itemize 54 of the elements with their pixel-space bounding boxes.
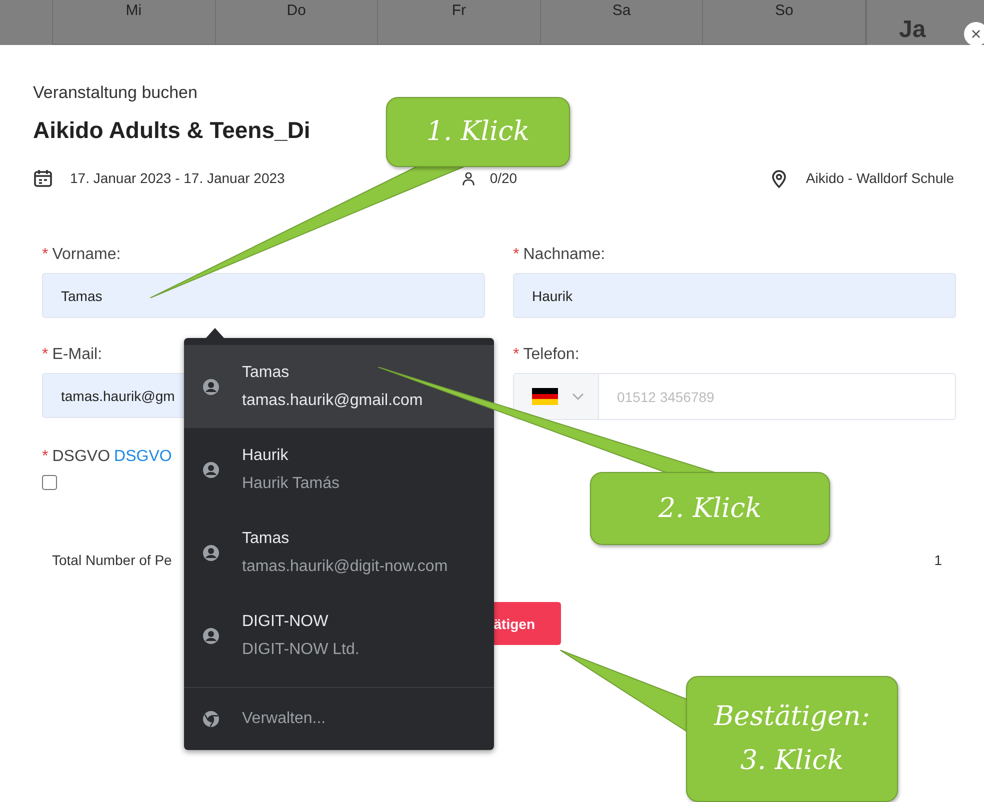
dsgvo-link[interactable]: DSGVO <box>114 448 172 466</box>
required-mark: * <box>513 346 520 364</box>
event-location: Aikido - Walldorf Schule <box>806 170 954 186</box>
total-label: Total Number of Pe <box>52 552 172 568</box>
event-title: Aikido Adults & Teens_Di <box>33 117 310 144</box>
account-icon <box>202 460 220 478</box>
field-label: Vorname: <box>52 246 121 264</box>
account-icon <box>202 378 220 396</box>
capacity-count: 0/20 <box>490 170 518 186</box>
suggestion-item[interactable]: Tamas tamas.haurik@gmail.com <box>184 345 494 428</box>
field-label: Nachname: <box>523 246 606 264</box>
phone-field[interactable]: 01512 3456789 <box>513 373 956 420</box>
month-title: Ja <box>899 16 926 44</box>
modal-subtitle: Veranstaltung buchen <box>33 83 198 103</box>
calendar-icon <box>33 168 53 188</box>
callout-text: 3. Klick <box>740 744 844 778</box>
suggestion-name: Tamas <box>242 530 290 548</box>
field-label: E-Mail: <box>52 346 102 364</box>
suggestion-detail: DIGIT-NOW Ltd. <box>242 640 360 658</box>
germany-flag-icon <box>532 388 558 405</box>
callout-text: Bestätigen: <box>714 700 870 734</box>
weekday-label: Fr <box>452 2 466 20</box>
required-mark: * <box>42 346 48 364</box>
input-field[interactable]: Tamas <box>42 273 485 318</box>
account-icon <box>202 626 220 644</box>
field-label: Telefon: <box>523 346 580 364</box>
suggestion-name: DIGIT-NOW <box>242 612 330 630</box>
field-label: DSGVO <box>52 448 110 466</box>
suggestion-detail: tamas.haurik@gmail.com <box>242 392 423 410</box>
country-select[interactable] <box>514 374 599 419</box>
weekday-label: Mi <box>126 2 142 20</box>
suggestion-detail: Haurik Tamás <box>242 474 340 492</box>
chevron-down-icon <box>572 392 584 400</box>
total-value: 1 <box>934 552 942 568</box>
suggestion-detail: tamas.haurik@digit-now.com <box>242 558 448 576</box>
manage-item[interactable]: Verwalten... <box>184 687 494 750</box>
required-mark: * <box>513 246 520 264</box>
account-icon <box>202 544 220 562</box>
browser-logo-icon <box>202 710 220 728</box>
input-field[interactable]: Haurik <box>513 273 956 318</box>
suggestion-name: Tamas <box>242 364 290 382</box>
phone-input[interactable]: 01512 3456789 <box>599 374 955 419</box>
weekday-label: Sa <box>612 2 631 20</box>
callout-text: 1. Klick <box>426 115 530 149</box>
callout-text: 2. Klick <box>658 492 762 526</box>
suggestion-item[interactable]: Tamas tamas.haurik@digit-now.com <box>184 511 494 594</box>
suggestion-item[interactable]: Haurik Haurik Tamás <box>184 428 494 511</box>
required-mark: * <box>42 448 48 466</box>
suggestion-name: Haurik <box>242 446 290 464</box>
weekday-label: Do <box>286 2 306 20</box>
event-date: 17. Januar 2023 - 17. Januar 2023 <box>70 170 285 186</box>
required-mark: * <box>42 246 48 264</box>
weekday-label: So <box>775 2 794 20</box>
checkbox[interactable] <box>42 475 57 490</box>
